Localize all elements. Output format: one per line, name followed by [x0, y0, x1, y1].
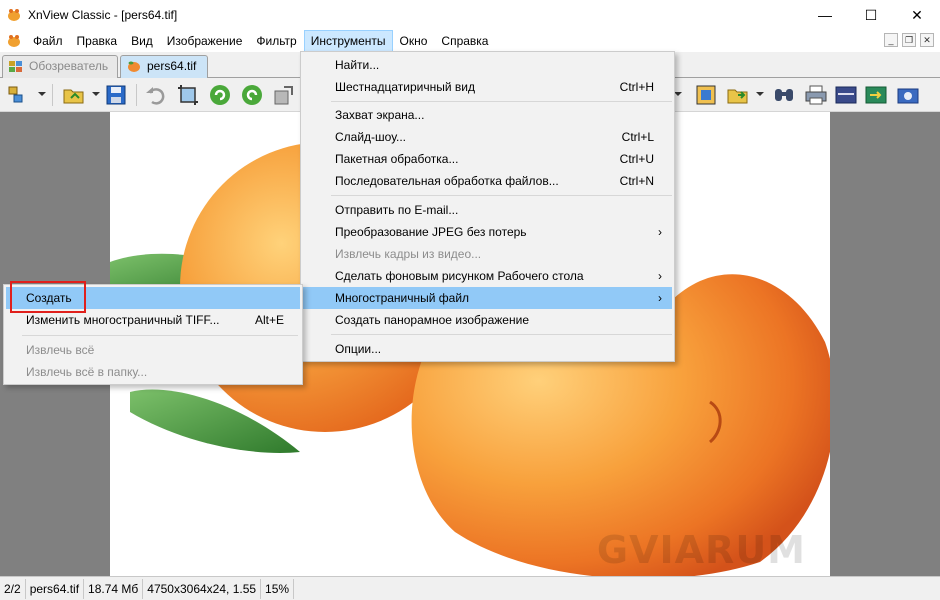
submenu-arrow-icon: › [658, 291, 662, 305]
toolbar-separator [136, 84, 137, 106]
menu-item-label: Изменить многостраничный TIFF... [26, 313, 220, 327]
menu-image[interactable]: Изображение [160, 30, 250, 52]
menu-item-label: Извлечь всё [26, 343, 95, 357]
menu-item-shortcut: Ctrl+H [619, 80, 654, 94]
window-title: XnView Classic - [pers64.tif] [28, 8, 178, 22]
dropdown-arrow-icon[interactable] [38, 92, 46, 96]
tab-label: Обозреватель [29, 59, 109, 73]
status-filename: pers64.tif [26, 578, 85, 599]
crop-icon[interactable] [176, 83, 200, 107]
mdi-restore-button[interactable]: ❐ [902, 33, 916, 47]
title-bar: XnView Classic - [pers64.tif] — ☐ ✕ [0, 0, 940, 30]
menu-filter[interactable]: Фильтр [249, 30, 303, 52]
close-button[interactable]: ✕ [894, 0, 940, 30]
dropdown-arrow-icon[interactable] [756, 92, 764, 96]
menu-item-slideshow[interactable]: Слайд-шоу... Ctrl+L [303, 126, 672, 148]
menu-item-label: Слайд-шоу... [335, 130, 407, 144]
menu-window[interactable]: Окно [393, 30, 435, 52]
open-with-icon[interactable] [726, 83, 750, 107]
annotation-highlight-box [10, 281, 86, 313]
menu-item-hex-view[interactable]: Шестнадцатиричный вид Ctrl+H [303, 76, 672, 98]
save-icon[interactable] [104, 83, 128, 107]
menu-item-screen-capture[interactable]: Захват экрана... [303, 104, 672, 126]
export-icon[interactable] [864, 83, 888, 107]
menu-item-label: Опции... [335, 342, 382, 356]
menu-separator [331, 195, 672, 196]
dropdown-arrow-icon[interactable] [92, 92, 100, 96]
menu-tools[interactable]: Инструменты [303, 30, 393, 52]
find-icon[interactable] [772, 83, 796, 107]
print-icon[interactable] [804, 83, 828, 107]
menu-edit[interactable]: Правка [70, 30, 125, 52]
xnview-app-icon [8, 35, 20, 47]
menu-item-shortcut: Ctrl+N [619, 174, 654, 188]
watermark: GVIARUM [596, 528, 806, 572]
menu-item-label: Последовательная обработка файлов... [335, 174, 559, 188]
mdi-close-button[interactable]: ✕ [920, 33, 934, 47]
menu-item-batch-processing[interactable]: Пакетная обработка... Ctrl+U [303, 148, 672, 170]
menu-item-label: Найти... [335, 58, 380, 72]
menu-bar: Файл Правка Вид Изображение Фильтр Инстр… [0, 30, 940, 52]
menu-item-label: Преобразование JPEG без потерь [335, 225, 527, 239]
status-zoom: 15% [261, 578, 295, 599]
rotate-right-icon[interactable] [240, 83, 264, 107]
tab-label: pers64.tif [147, 59, 197, 73]
submenu-item-extract-all-to-folder: Извлечь всё в папку... [6, 361, 300, 383]
resize-icon[interactable] [272, 83, 296, 107]
tab-image[interactable]: pers64.tif [120, 55, 208, 78]
xnview-app-icon [8, 9, 20, 21]
menu-item-shortcut: Ctrl+U [619, 152, 654, 166]
rotate-left-icon[interactable] [208, 83, 232, 107]
menu-item-label: Захват экрана... [335, 108, 425, 122]
scanner-icon[interactable] [834, 83, 858, 107]
tools-menu-dropdown: Найти... Шестнадцатиричный вид Ctrl+H За… [300, 51, 675, 362]
status-page: 2/2 [0, 578, 26, 599]
menu-item-lossless-jpeg[interactable]: Преобразование JPEG без потерь › [303, 221, 672, 243]
browser-icon[interactable] [6, 83, 30, 107]
fit-window-icon[interactable] [694, 83, 718, 107]
minimize-button[interactable]: — [802, 0, 848, 30]
menu-item-set-wallpaper[interactable]: Сделать фоновым рисунком Рабочего стола … [303, 265, 672, 287]
menu-separator [331, 101, 672, 102]
status-filesize: 18.74 Мб [84, 578, 144, 599]
menu-item-find[interactable]: Найти... [303, 54, 672, 76]
menu-item-options[interactable]: Опции... [303, 338, 672, 360]
menu-item-label: Шестнадцатиричный вид [335, 80, 475, 94]
submenu-arrow-icon: › [658, 269, 662, 283]
menu-item-shortcut: Ctrl+L [621, 130, 654, 144]
menu-item-shortcut: Alt+E [254, 313, 284, 327]
menu-item-label: Создать панорамное изображение [335, 313, 529, 327]
menu-item-label: Извлечь кадры из видео... [335, 247, 482, 261]
image-tab-icon [128, 61, 140, 72]
menu-item-label: Извлечь всё в папку... [26, 365, 148, 379]
browser-tab-icon [9, 61, 22, 72]
capture-icon[interactable] [896, 83, 920, 107]
menu-item-send-email[interactable]: Отправить по E-mail... [303, 199, 672, 221]
mdi-minimize-button[interactable]: _ [884, 33, 898, 47]
submenu-arrow-icon: › [658, 225, 662, 239]
menu-item-label: Сделать фоновым рисунком Рабочего стола [335, 269, 584, 283]
submenu-item-extract-all: Извлечь всё [6, 339, 300, 361]
menu-separator [331, 334, 672, 335]
menu-help[interactable]: Справка [434, 30, 495, 52]
maximize-button[interactable]: ☐ [848, 0, 894, 30]
status-bar: 2/2 pers64.tif 18.74 Мб 4750x3064x24, 1.… [0, 576, 940, 600]
tab-browser[interactable]: Обозреватель [2, 55, 118, 78]
menu-separator [22, 335, 298, 336]
menu-item-label: Многостраничный файл [335, 291, 470, 305]
menu-item-label: Пакетная обработка... [335, 152, 459, 166]
menu-item-sequential-processing[interactable]: Последовательная обработка файлов... Ctr… [303, 170, 672, 192]
status-dimensions: 4750x3064x24, 1.55 [143, 578, 262, 599]
menu-view[interactable]: Вид [124, 30, 160, 52]
menu-item-create-panorama[interactable]: Создать панорамное изображение [303, 309, 672, 331]
undo-icon[interactable] [144, 83, 168, 107]
dropdown-arrow-icon[interactable] [674, 92, 682, 96]
menu-item-multipage-file[interactable]: Многостраничный файл › [303, 287, 672, 309]
toolbar-separator [52, 84, 53, 106]
menu-item-label: Отправить по E-mail... [335, 203, 459, 217]
menu-file[interactable]: Файл [26, 30, 70, 52]
menu-item-extract-video-frames: Извлечь кадры из видео... [303, 243, 672, 265]
open-folder-icon[interactable] [62, 83, 86, 107]
